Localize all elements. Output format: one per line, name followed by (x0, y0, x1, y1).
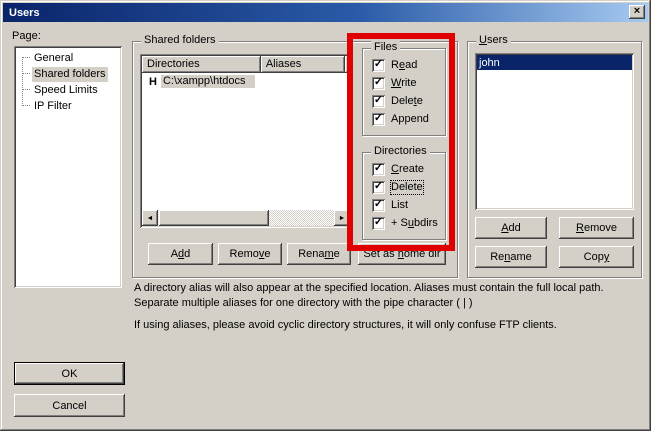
notes: A directory alias will also appear at th… (134, 281, 642, 333)
scroll-right-icon: ► (339, 215, 346, 222)
check-icon: ✓ (374, 163, 383, 174)
table-row[interactable]: H C:\xampp\htdocs (142, 74, 350, 89)
add-user-button[interactable]: Add (475, 217, 547, 239)
sidebar-item-general[interactable]: General (18, 50, 119, 66)
rename-folder-button[interactable]: Rename (287, 243, 351, 265)
titlebar[interactable]: Users × (3, 3, 648, 22)
horizontal-scrollbar[interactable]: ◄ ► (142, 210, 350, 226)
button-label: Rename (298, 248, 340, 260)
column-header-directories[interactable]: Directories (142, 56, 261, 73)
set-as-home-dir-button[interactable]: Set as home dir (358, 243, 446, 265)
checkbox-read[interactable]: ✓ Read (372, 58, 417, 72)
files-permissions-group: Files ✓ Read ✓ Write ✓ Delete ✓ Append (362, 48, 446, 136)
directories-group-label: Directories (371, 145, 430, 158)
check-icon: ✓ (374, 181, 383, 192)
page-nav-tree: General Shared folders Speed Limits IP F… (18, 50, 119, 114)
button-label: Set as home dir (363, 248, 440, 260)
close-icon: × (634, 6, 640, 17)
checkbox[interactable]: ✓ (372, 217, 385, 230)
page-nav-list[interactable]: General Shared folders Speed Limits IP F… (14, 46, 122, 288)
column-header-filler (345, 56, 350, 73)
checkbox-label: Append (391, 113, 429, 126)
sidebar-item-label: General (32, 51, 75, 66)
column-header-aliases[interactable]: Aliases (261, 56, 345, 73)
sidebar-item-shared-folders[interactable]: Shared folders (18, 66, 119, 82)
copy-user-button[interactable]: Copy (559, 246, 634, 268)
button-label: Remove (230, 248, 271, 260)
button-label: OK (62, 368, 78, 380)
sidebar-item-label: Shared folders (32, 67, 108, 82)
alias-note: A directory alias will also appear at th… (134, 281, 642, 311)
checkbox-delete-files[interactable]: ✓ Delete (372, 94, 423, 108)
users-group-label: Users (476, 34, 511, 47)
home-dir-marker: H (149, 76, 157, 88)
checkbox-write[interactable]: ✓ Write (372, 76, 416, 90)
checkbox[interactable]: ✓ (372, 163, 385, 176)
check-icon: ✓ (374, 199, 383, 210)
directories-permissions-group: Directories ✓ Create ✓ Delete ✓ List ✓ +… (362, 152, 446, 240)
scrollbar-thumb[interactable] (159, 210, 269, 226)
checkbox[interactable]: ✓ (372, 59, 385, 72)
remove-user-button[interactable]: Remove (559, 217, 634, 239)
check-icon: ✓ (374, 95, 383, 106)
button-label: Cancel (52, 400, 86, 412)
scroll-left-button[interactable]: ◄ (142, 210, 158, 226)
ok-button[interactable]: OK (14, 362, 125, 385)
scroll-right-button[interactable]: ► (334, 210, 350, 226)
button-label: Remove (576, 222, 617, 234)
checkbox-label: List (391, 199, 408, 212)
rename-user-button[interactable]: Rename (475, 246, 547, 268)
check-icon: ✓ (374, 217, 383, 228)
directories-list[interactable]: Directories Aliases H C:\xampp\htdocs ◄ … (140, 54, 352, 228)
remove-folder-button[interactable]: Remove (218, 243, 282, 265)
close-button[interactable]: × (629, 5, 645, 19)
checkbox-create[interactable]: ✓ Create (372, 162, 424, 176)
cancel-button[interactable]: Cancel (14, 394, 125, 417)
checkbox-label: Delete (391, 95, 423, 108)
sidebar-item-label: Speed Limits (32, 83, 100, 98)
sidebar-item-label: IP Filter (32, 99, 74, 114)
cyclic-note: If using aliases, please avoid cyclic di… (134, 318, 642, 333)
window-title: Users (9, 7, 40, 19)
sidebar-item-speed-limits[interactable]: Speed Limits (18, 82, 119, 98)
checkbox[interactable]: ✓ (372, 199, 385, 212)
checkbox[interactable]: ✓ (372, 95, 385, 108)
list-item-user[interactable]: john (477, 55, 632, 70)
check-icon: ✓ (374, 113, 383, 124)
checkbox-list[interactable]: ✓ List (372, 198, 408, 212)
button-label: Rename (490, 251, 532, 263)
check-icon: ✓ (374, 77, 383, 88)
button-label: Add (171, 248, 191, 260)
shared-folders-group-label: Shared folders (141, 34, 219, 47)
checkbox[interactable]: ✓ (372, 77, 385, 90)
page-nav-label: Page: (12, 30, 41, 42)
checkbox-subdirs[interactable]: ✓ + Subdirs (372, 216, 438, 230)
checkbox-label: Read (391, 59, 417, 72)
checkbox-label: Create (391, 163, 424, 176)
checkbox-delete-dirs[interactable]: ✓ Delete (372, 180, 423, 194)
users-list[interactable]: john (475, 53, 634, 210)
users-dialog: Users × Page: General Shared folders Spe… (0, 0, 651, 431)
user-name: john (479, 57, 500, 69)
add-folder-button[interactable]: Add (148, 243, 213, 265)
checkbox[interactable]: ✓ (372, 181, 385, 194)
directories-list-headers: Directories Aliases (142, 56, 350, 73)
check-icon: ✓ (374, 59, 383, 70)
checkbox-label: Write (391, 77, 416, 90)
button-label: Add (501, 222, 521, 234)
sidebar-item-ip-filter[interactable]: IP Filter (18, 98, 119, 114)
scroll-left-icon: ◄ (147, 215, 154, 222)
checkbox[interactable]: ✓ (372, 113, 385, 126)
checkbox-append[interactable]: ✓ Append (372, 112, 429, 126)
button-label: Copy (584, 251, 610, 263)
checkbox-label: Delete (391, 181, 423, 194)
directory-path: C:\xampp\htdocs (161, 75, 255, 88)
checkbox-label: + Subdirs (391, 217, 438, 230)
files-group-label: Files (371, 41, 400, 54)
